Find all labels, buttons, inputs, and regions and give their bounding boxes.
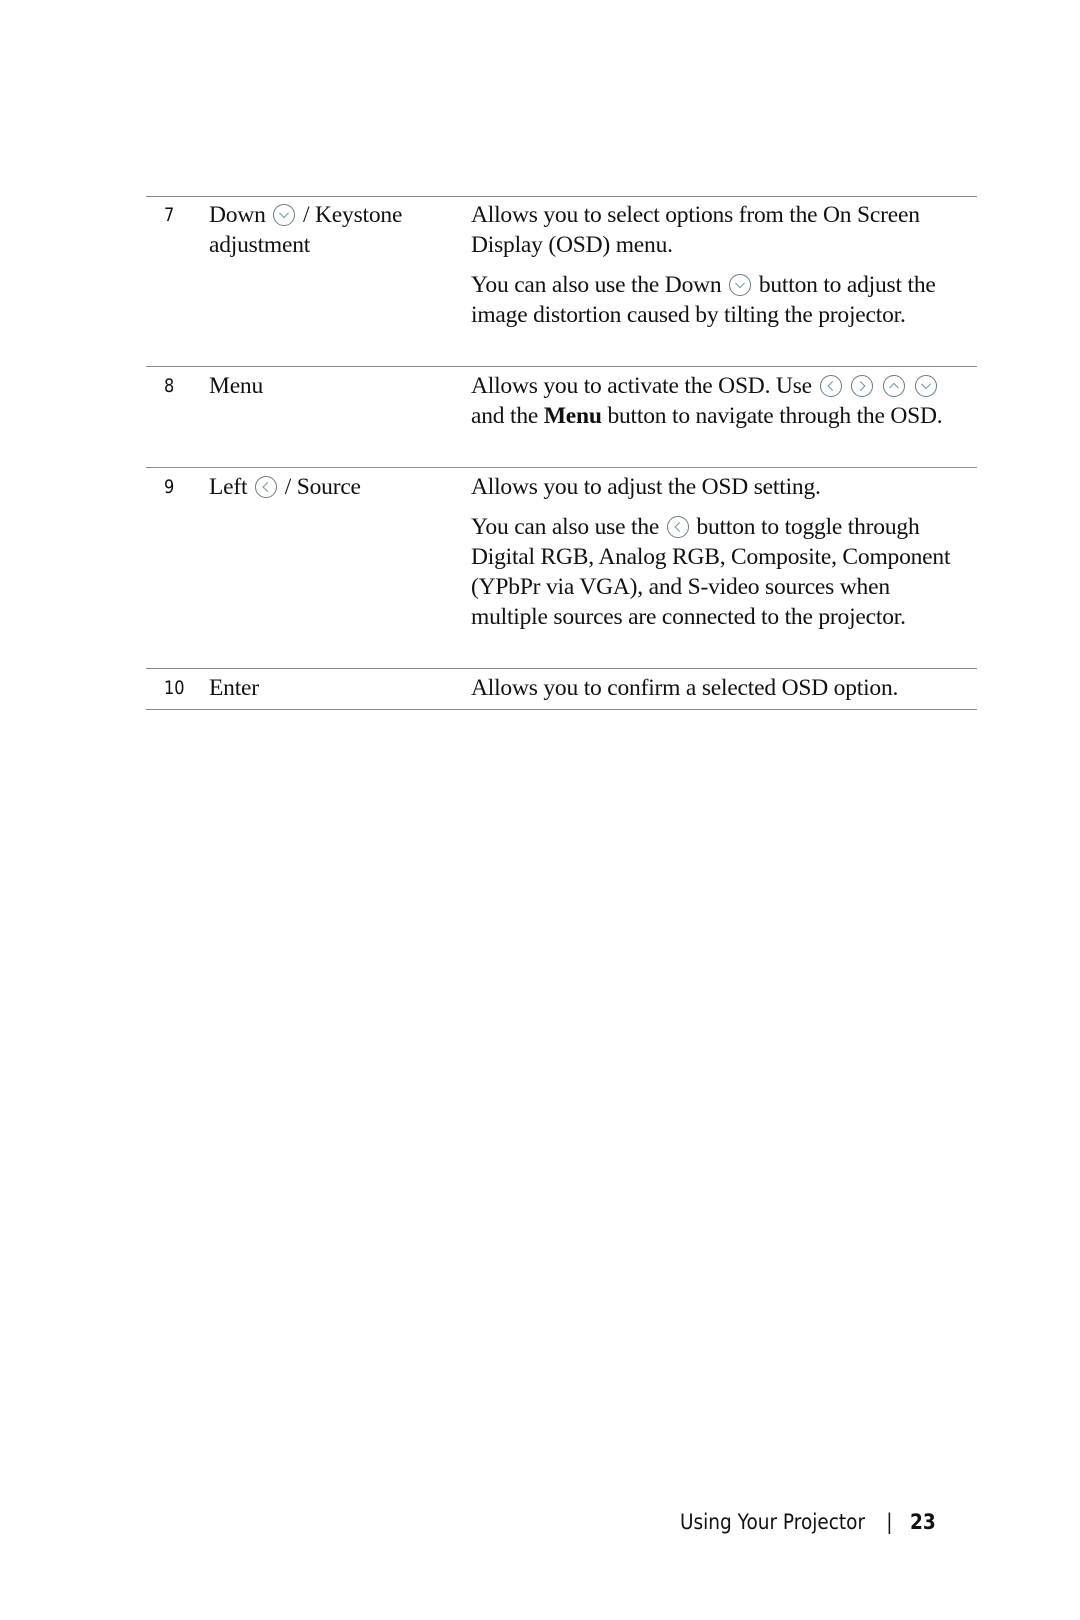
row-description: Allows you to select options from the On…	[471, 200, 971, 340]
description-text: You can also use the Down button to adju…	[471, 270, 971, 330]
row-name: Menu	[209, 373, 264, 399]
section-title: Using Your Projector	[680, 1510, 866, 1534]
text: button to navigate through the OSD.	[607, 403, 943, 429]
row-divider	[146, 668, 977, 669]
row-name: Left / Source	[209, 472, 459, 502]
text: and the	[471, 403, 539, 429]
row-divider	[146, 467, 977, 468]
down-button-icon	[729, 274, 752, 296]
text: Allows you to activate the OSD. Use	[471, 373, 812, 399]
menu-bold-text: Menu	[543, 403, 602, 429]
footer-separator: |	[886, 1510, 893, 1534]
row-number: 9	[164, 476, 175, 498]
description-text: You can also use the button to toggle th…	[471, 512, 971, 632]
row-name: Enter	[209, 675, 259, 701]
text: You can also use the Down	[471, 272, 722, 298]
table-bottom-rule	[146, 709, 977, 710]
right-button-icon	[851, 375, 874, 397]
table-top-rule	[146, 196, 977, 197]
row-name: Down / Keystone adjustment	[209, 200, 459, 260]
description-text: Allows you to select options from the On…	[471, 202, 920, 258]
left-button-icon	[819, 375, 842, 397]
down-button-icon	[914, 375, 937, 397]
left-button-icon	[666, 516, 689, 538]
row-description: Allows you to activate the OSD. Use and …	[471, 371, 971, 441]
name-text: / Source	[284, 474, 361, 500]
row-divider	[146, 366, 977, 367]
text: You can also use the	[471, 514, 660, 540]
left-button-icon	[255, 476, 278, 498]
down-button-icon	[273, 204, 296, 226]
description-text: Allows you to activate the OSD. Use and …	[471, 371, 971, 431]
name-text: Left	[209, 474, 248, 500]
description-text: Allows you to confirm a selected OSD opt…	[471, 675, 899, 701]
row-number: 8	[164, 375, 175, 397]
row-number: 10	[164, 677, 185, 699]
page-footer: Using Your Projector | 23	[680, 1510, 936, 1534]
row-description: Allows you to adjust the OSD setting. Yo…	[471, 472, 971, 642]
row-description: Allows you to confirm a selected OSD opt…	[471, 673, 971, 713]
name-text: Down	[209, 202, 266, 228]
row-number: 7	[164, 204, 175, 226]
page-number: 23	[910, 1510, 936, 1534]
up-button-icon	[882, 375, 905, 397]
description-text: Allows you to adjust the OSD setting.	[471, 474, 821, 500]
